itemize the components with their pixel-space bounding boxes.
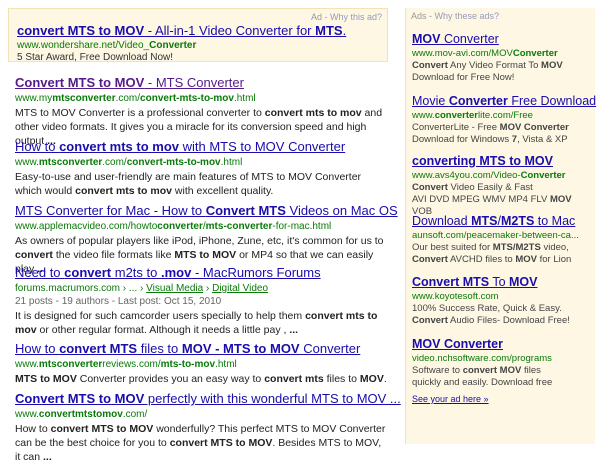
side-ad-title-link[interactable]: MOV Converter [412,32,499,46]
side-ad-4: Download MTS/M2TS to Mac aunsoft.com/pea… [412,212,594,266]
side-ad-description: Our best suited for MTS/M2TS video, Conve… [412,242,572,265]
result-5: How to convert MTS files to MOV - MTS to… [15,340,387,386]
result-snippet: How to convert MTS to MOV wonderfully? T… [15,423,386,463]
result-snippet: Easy-to-use and user-friendly are main f… [15,171,362,197]
result-title-link[interactable]: How to convert mts to mov with MTS to MO… [15,139,345,154]
side-ad-2: Movie Converter Free Download www.conver… [412,92,596,146]
side-ad-title-link[interactable]: Movie Converter Free Download [412,94,596,108]
see-your-ad-here-link[interactable]: See your ad here » [412,394,489,404]
side-ad-description: Software to convert MOV files quickly and… [412,365,553,388]
top-ad-title-link[interactable]: convert MTS to MOV - All-in-1 Video Conv… [17,23,346,38]
side-ad-1: MOV Converter www.mov-avi.com/MOVConvert… [412,30,594,84]
why-this-ad-link[interactable]: Why this ad? [330,12,382,22]
ad-label: Ad - Why this ad? [311,12,382,22]
top-ad-url: www.wondershare.net/Video_Converter [17,40,197,51]
top-sponsored-ad: Ad - Why this ad? convert MTS to MOV - A… [8,8,388,63]
side-ad-title-link[interactable]: converting MTS to MOV [412,154,553,168]
result-title-link[interactable]: Convert MTS to MOV - MTS Converter [15,75,244,90]
result-url: www.mtsconverter.com/convert-mts-to-mov.… [15,157,243,168]
side-ad-description: 100% Success Rate, Quick & Easy. Convert … [412,303,570,326]
result-post-meta: 21 posts - 19 authors - Last post: Oct 1… [15,296,222,307]
result-6: Convert MTS to MOV perfectly with this w… [15,390,401,464]
side-ad-3: converting MTS to MOV www.avs4you.com/Vi… [412,152,594,218]
result-4: Need to convert m2ts to .mov - MacRumors… [15,264,387,337]
side-ad-url: aunsoft.com/peacemaker-between-ca... [412,230,579,241]
result-title-link[interactable]: How to convert MTS files to MOV - MTS to… [15,341,360,356]
side-ad-title-link[interactable]: Download MTS/M2TS to Mac [412,214,575,228]
result-title-link[interactable]: Need to convert m2ts to .mov - MacRumors… [15,265,321,280]
result-breadcrumb: forums.macrumors.com › ... › Visual Medi… [15,283,269,294]
side-ad-title-link[interactable]: Convert MTS To MOV [412,275,538,289]
result-url: www.mymtsconverter.com/convert-mts-to-mo… [15,93,256,104]
ad-meta: Ad - [310,12,330,22]
ads-label: Ads - Why these ads? [411,11,499,21]
side-ad-url: www.converterlite.com/Free [412,110,533,121]
result-1: Convert MTS to MOV - MTS Converter www.m… [15,74,387,148]
side-ad-url: www.koyotesoft.com [412,291,499,302]
side-ad-url: www.avs4you.com/Video-Converter [412,170,566,181]
side-ad-5: Convert MTS To MOV www.koyotesoft.com 10… [412,273,594,327]
why-these-ads-link[interactable]: Why these ads? [435,11,500,21]
ads-meta: Ads - [411,11,435,21]
result-url: www.mtsconverterreviews.com/mts-to-mov.h… [15,359,237,370]
result-2: How to convert mts to mov with MTS to MO… [15,138,387,198]
result-title-link[interactable]: MTS Converter for Mac - How to Convert M… [15,203,398,218]
side-ad-description: ConverterLite - Free MOV Converter Downlo… [412,122,569,145]
result-url: www.applemacvideo.com/howtoconverter/mts… [15,221,332,232]
sidebar-ads: Ads - Why these ads? MOV Converter www.m… [405,8,596,444]
result-snippet: It is designed for such camcorder users … [15,310,378,336]
side-ad-url: video.nchsoftware.com/programs [412,353,552,364]
result-title-link[interactable]: Convert MTS to MOV perfectly with this w… [15,391,401,406]
result-url: www.convertmtstomov.com/ [15,409,148,420]
side-ad-6: MOV Converter video.nchsoftware.com/prog… [412,335,594,389]
side-ad-title-link[interactable]: MOV Converter [412,337,503,351]
side-ad-url: www.mov-avi.com/MOVConverter [412,48,558,59]
side-ad-description: Convert Any Video Format To MOV Download … [412,60,563,83]
result-snippet: MTS to MOV Converter provides you an eas… [15,373,387,385]
top-ad-description: 5 Star Award, Free Download Now! [17,52,174,63]
